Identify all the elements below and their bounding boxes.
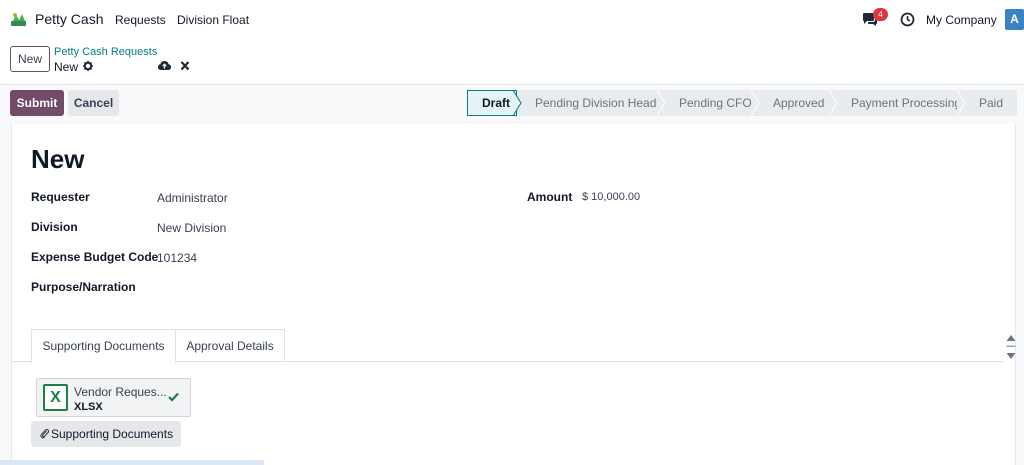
breadcrumb-current: New xyxy=(54,60,79,74)
save-cloud-icon[interactable] xyxy=(158,60,171,71)
field-label-purpose: Purpose/Narration xyxy=(31,280,136,294)
stage-pending-cfo[interactable]: Pending CFO xyxy=(661,90,755,116)
amount-field[interactable]: $ 10,000.00 xyxy=(582,191,640,203)
division-field[interactable]: New Division xyxy=(157,221,226,235)
requester-field[interactable]: Administrator xyxy=(157,191,228,205)
stage-approved[interactable]: Approved xyxy=(755,90,833,116)
attachment-name: Vendor Reques... xyxy=(74,385,167,399)
petty-cash-app-icon[interactable] xyxy=(10,11,27,28)
stage-pending-division-head[interactable]: Pending Division Head xyxy=(517,90,661,116)
purpose-field[interactable] xyxy=(157,281,457,295)
form-sheet: New Requester Administrator Division New… xyxy=(11,124,1016,465)
tab-approval-details[interactable]: Approval Details xyxy=(176,329,285,362)
new-button[interactable]: New xyxy=(10,46,50,72)
attach-supporting-documents-button[interactable]: Supporting Documents xyxy=(31,421,181,447)
menu-requests[interactable]: Requests xyxy=(115,13,166,27)
cancel-button[interactable]: Cancel xyxy=(68,90,119,116)
attachment-extension: XLSX xyxy=(74,401,103,413)
submit-button[interactable]: Submit xyxy=(10,90,64,116)
tab-supporting-documents[interactable]: Supporting Documents xyxy=(31,329,176,363)
clock-icon[interactable] xyxy=(900,12,915,27)
discard-icon[interactable] xyxy=(180,60,190,71)
app-name[interactable]: Petty Cash xyxy=(35,11,103,27)
attachment-card[interactable]: X Vendor Reques... XLSX xyxy=(36,378,191,417)
field-label-expense-budget-code: Expense Budget Code xyxy=(31,250,159,264)
user-avatar[interactable]: A xyxy=(1005,9,1024,30)
field-label-amount: Amount xyxy=(527,190,573,204)
scroll-arrows-icon[interactable] xyxy=(1005,334,1017,360)
menu-division-float[interactable]: Division Float xyxy=(177,13,249,27)
attach-button-label: Supporting Documents xyxy=(51,427,174,441)
loading-progress-bar xyxy=(0,460,264,465)
field-label-requester: Requester xyxy=(31,190,90,204)
action-bar: Submit Cancel Draft Pending Division Hea… xyxy=(0,86,1024,122)
gear-icon[interactable] xyxy=(83,61,93,71)
control-panel: New Petty Cash Requests New xyxy=(0,40,1024,85)
stage-paid[interactable]: Paid xyxy=(961,90,1017,116)
excel-file-icon: X xyxy=(43,384,68,411)
company-switcher[interactable]: My Company xyxy=(926,13,997,27)
breadcrumb-parent-link[interactable]: Petty Cash Requests xyxy=(54,46,157,58)
stage-payment-processing[interactable]: Payment Processing xyxy=(833,90,961,116)
field-label-division: Division xyxy=(31,220,78,234)
stage-draft[interactable]: Draft xyxy=(467,90,517,116)
notification-badge: 4 xyxy=(873,8,888,21)
notebook-tabs: Supporting Documents Approval Details xyxy=(12,329,1004,363)
expense-budget-code-field[interactable]: 101234 xyxy=(157,251,197,265)
check-icon xyxy=(168,392,179,402)
record-title[interactable]: New xyxy=(31,144,84,175)
status-bar: Draft Pending Division Head Pending CFO … xyxy=(467,90,1017,116)
top-navbar: Petty Cash Requests Division Float 4 My … xyxy=(0,0,1024,40)
paperclip-icon xyxy=(40,428,49,439)
